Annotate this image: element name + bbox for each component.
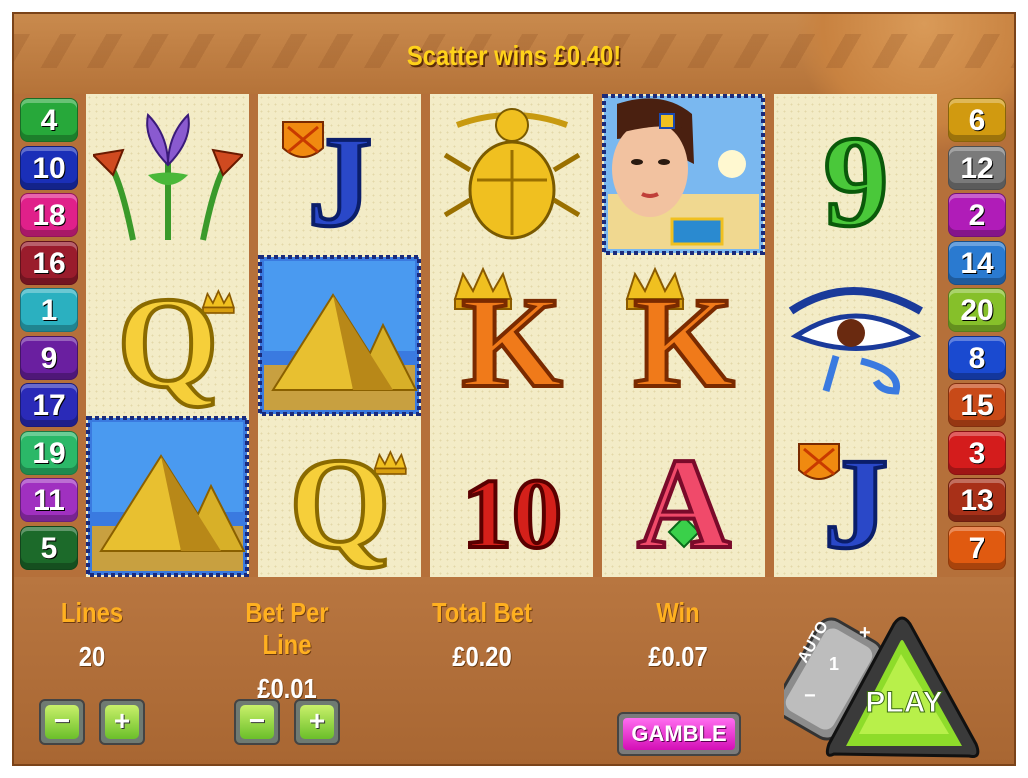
payline-badge: 12 (948, 145, 1006, 190)
minus-icon: − (240, 705, 274, 739)
payline-badge: 15 (948, 383, 1006, 427)
card-letter: 10 (462, 458, 562, 569)
payline-badge: 11 (20, 478, 78, 522)
payline-badge: 6 (948, 98, 1006, 142)
bet-minus-button[interactable]: − (234, 699, 280, 745)
reel: K 10 (430, 94, 593, 577)
minus-icon: − (45, 705, 79, 739)
card-letter: K (461, 271, 562, 411)
slot-machine: Scatter wins £0.40! 4 10 18 16 1 9 17 19 11 5 6 12… (12, 12, 1016, 766)
payline-badge: 10 (20, 145, 78, 190)
payline-badge: 5 (20, 525, 78, 570)
cleopatra-symbol (602, 94, 765, 255)
lines-info: Lines 20 (17, 597, 167, 673)
bet-plus-button[interactable]: + (294, 699, 340, 745)
payline-badge: 7 (948, 525, 1006, 570)
lines-plus-button[interactable]: + (99, 699, 145, 745)
pyramids-symbol (258, 255, 421, 416)
bet-per-line-label: Bet Per Line (245, 597, 329, 660)
reel: Q (86, 94, 249, 577)
right-payline-indicators: 6 12 2 14 20 8 15 3 13 7 (948, 98, 1008, 573)
scarab-symbol (430, 94, 593, 255)
header-bar: Scatter wins £0.40! (14, 14, 1014, 154)
left-payline-indicators: 4 10 18 16 1 9 17 19 11 5 (20, 98, 80, 573)
payline-badge: 8 (948, 335, 1006, 380)
gamble-button[interactable]: GAMBLE (617, 712, 741, 756)
total-bet-info: Total Bet £0.20 (407, 597, 557, 673)
win-label: Win (656, 597, 700, 628)
J-symbol: J (258, 94, 421, 255)
auto-count: 1 (829, 654, 839, 674)
K-symbol: K (430, 255, 593, 416)
payline-badge: 16 (20, 240, 78, 285)
win-message: Scatter wins £0.40! (406, 40, 622, 71)
payline-badge: 1 (20, 288, 78, 332)
total-bet-label: Total Bet (431, 597, 533, 628)
plus-icon: + (105, 705, 139, 739)
payline-badge: 14 (948, 240, 1006, 285)
eye-of-horus-symbol (774, 255, 937, 416)
plus-icon: + (300, 705, 334, 739)
pyramids-symbol (86, 416, 249, 577)
payline-badge: 2 (948, 193, 1006, 237)
auto-plus-icon[interactable]: + (859, 622, 871, 644)
card-letter: Q (289, 432, 390, 572)
play-label: PLAY (865, 686, 942, 719)
payline-badge: 19 (20, 430, 78, 475)
auto-minus-icon[interactable]: − (804, 685, 816, 707)
payline-badge: 9 (20, 335, 78, 380)
win-info: Win £0.07 (603, 597, 753, 673)
A-symbol: A (602, 416, 765, 577)
card-letter: A (637, 432, 731, 572)
card-letter: 9 (823, 110, 888, 250)
Q-symbol: Q (258, 416, 421, 577)
payline-badge: 13 (948, 478, 1006, 522)
payline-badge: 20 (948, 288, 1006, 332)
lines-label: Lines (60, 597, 124, 628)
reel: K A (602, 94, 765, 577)
reel: 9 J (774, 94, 937, 577)
payline-badge: 4 (20, 98, 78, 142)
gamble-label: GAMBLE (623, 718, 735, 750)
payline-badge: 3 (948, 430, 1006, 475)
Q-symbol: Q (86, 255, 249, 416)
lines-minus-button[interactable]: − (39, 699, 85, 745)
10-symbol: 10 (430, 416, 593, 577)
card-letter: Q (117, 271, 218, 411)
win-value: £0.07 (648, 641, 708, 672)
card-letter: J (307, 110, 372, 250)
reels: Q J Q K 10 K A 9 J (86, 94, 940, 577)
payline-badge: 18 (20, 193, 78, 237)
lines-value: 20 (78, 641, 106, 672)
bet-per-line-info: Bet Per Line £0.01 (212, 597, 362, 705)
K-symbol: K (602, 255, 765, 416)
reel: J Q (258, 94, 421, 577)
lotus-symbol (86, 94, 249, 255)
card-letter: J (823, 432, 888, 572)
card-letter: K (633, 271, 734, 411)
total-bet-value: £0.20 (452, 641, 512, 672)
J-symbol: J (774, 416, 937, 577)
play-controls: AUTO 1 + − PLAY (774, 594, 1004, 764)
9-symbol: 9 (774, 94, 937, 255)
payline-badge: 17 (20, 383, 78, 427)
